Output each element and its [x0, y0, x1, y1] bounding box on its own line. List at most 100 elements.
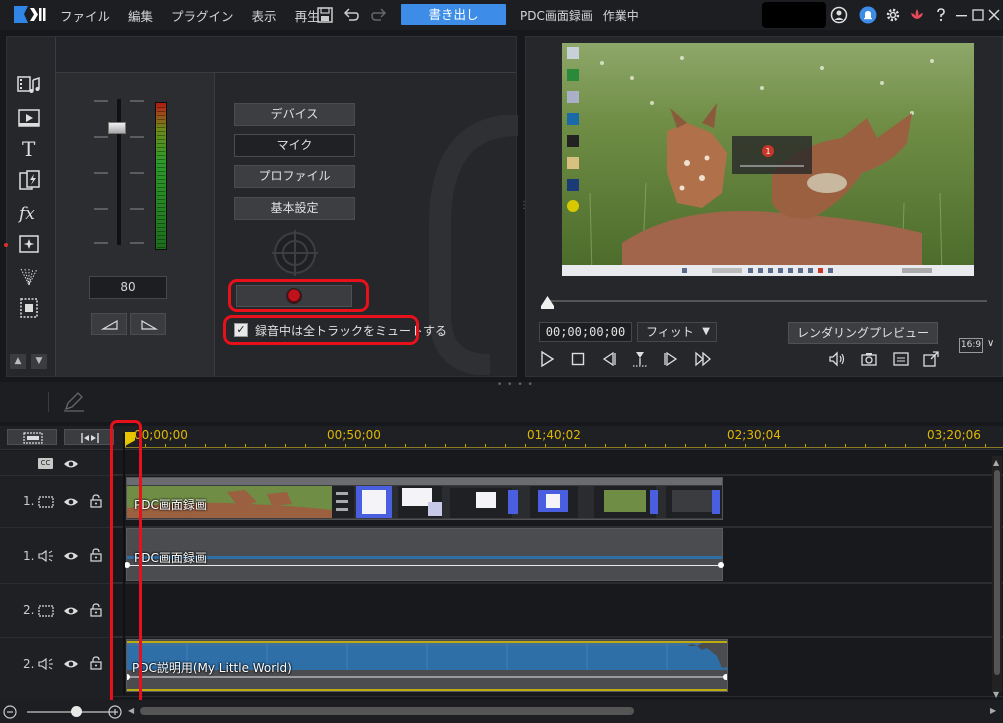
media-room-icon[interactable] [16, 74, 42, 98]
ruler-label: 00;00;00 [134, 428, 188, 442]
video-track-icon [38, 605, 54, 617]
title-room-icon[interactable]: T [16, 137, 42, 161]
lock-icon[interactable] [88, 548, 104, 562]
panel-resize-grip[interactable]: • • • • [497, 380, 534, 390]
chapter-room-icon[interactable] [16, 296, 42, 320]
video-room-icon[interactable] [16, 106, 42, 130]
fade-in-button[interactable] [91, 313, 127, 335]
menu-plugin[interactable]: プラグイン [171, 6, 234, 25]
snapshot-camera-icon[interactable] [860, 350, 878, 368]
menu-file[interactable]: ファイル [60, 6, 110, 25]
undo-icon[interactable] [342, 6, 360, 24]
fade-out-icon [141, 319, 159, 330]
notification-icon[interactable] [859, 6, 877, 24]
video-clip[interactable]: PDC画面録画 [126, 477, 723, 520]
zoom-in-icon[interactable] [108, 705, 122, 719]
subtitle-track[interactable] [112, 451, 1003, 475]
speaker-icon [38, 550, 53, 562]
capture-settings-header [216, 37, 516, 73]
settings-gear-icon[interactable] [884, 6, 902, 24]
next-frame-icon[interactable] [662, 350, 680, 368]
sidebar-scroll-down-button[interactable]: ▼ [31, 354, 47, 369]
panel-splitter-handle[interactable]: ⋮ [519, 200, 529, 211]
volume-slider-track[interactable] [117, 99, 121, 245]
fade-in-icon [100, 319, 118, 330]
timeline-horizontal-scroll-thumb[interactable] [140, 707, 634, 715]
save-icon[interactable] [316, 6, 334, 24]
lock-icon[interactable] [88, 656, 104, 670]
eye-icon[interactable] [63, 605, 79, 617]
profile-button[interactable]: プロファイル [234, 165, 355, 188]
eye-icon[interactable] [63, 458, 79, 470]
fast-forward-icon[interactable] [694, 350, 712, 368]
ruler-label: 02;30;04 [727, 428, 781, 442]
scroll-up-icon[interactable]: ▲ [993, 458, 999, 467]
active-room-indicator [4, 243, 8, 247]
device-button[interactable]: デバイス [234, 103, 355, 126]
track-divider [0, 475, 1003, 476]
mic-select[interactable]: マイク [234, 134, 355, 157]
track-number: 1. [23, 494, 35, 508]
subtitle-display-icon[interactable] [892, 350, 910, 368]
menu-edit[interactable]: 編集 [128, 6, 153, 25]
zoom-slider-handle[interactable] [71, 706, 82, 717]
play-icon[interactable] [538, 350, 556, 368]
stop-icon[interactable] [569, 350, 587, 368]
timeline-ruler-baseline [125, 447, 1003, 448]
preview-scrub-handle-icon[interactable] [541, 296, 554, 309]
volume-keyframe-handle[interactable] [718, 562, 724, 568]
eye-icon[interactable] [63, 550, 79, 562]
volume-envelope-line[interactable] [127, 565, 722, 566]
video-track-2[interactable] [112, 583, 1003, 637]
ruler-label: 00;50;00 [327, 428, 381, 442]
eye-icon[interactable] [63, 658, 79, 670]
preview-window[interactable]: 1 [562, 43, 974, 276]
playhead-highlight-annotation [110, 420, 142, 710]
fade-out-button[interactable] [130, 313, 166, 335]
effect-room-icon[interactable]: fx [16, 201, 42, 225]
redo-icon[interactable] [370, 6, 388, 24]
zoom-out-icon[interactable] [3, 705, 17, 719]
split-clip-icon[interactable] [631, 350, 649, 368]
zoom-fit-select[interactable]: フィット ▼ [637, 322, 717, 342]
help-icon[interactable] [932, 6, 950, 24]
lock-icon[interactable] [88, 603, 104, 617]
scroll-right-icon[interactable]: ▶ [990, 706, 996, 715]
render-preview-button[interactable]: レンダリングプレビュー [788, 322, 938, 344]
timeline-view-button[interactable] [7, 429, 57, 445]
export-button[interactable]: 書き出し [401, 4, 506, 25]
transition-room-icon[interactable] [16, 169, 42, 193]
timecode-field[interactable]: 00;00;00;00 [539, 322, 632, 342]
music-clip[interactable]: PDC説明用(My Little World) [126, 639, 728, 692]
fit-timeline-button[interactable] [64, 429, 114, 445]
chevron-down-icon: ▼ [702, 326, 710, 337]
eye-icon[interactable] [63, 496, 79, 508]
sidebar-scroll-up-button[interactable]: ▲ [10, 354, 26, 369]
lotus-icon[interactable] [908, 6, 926, 24]
aspect-ratio-button[interactable]: 16:9 [959, 338, 983, 353]
undock-preview-icon[interactable] [922, 350, 940, 368]
svg-text:fx: fx [17, 204, 35, 224]
particle-room-icon[interactable] [16, 232, 42, 256]
scroll-down-icon[interactable]: ▼ [993, 690, 999, 699]
preview-scrub-track[interactable] [547, 300, 987, 302]
basic-settings-button[interactable]: 基本設定 [234, 197, 355, 220]
volume-icon[interactable] [828, 350, 846, 368]
audio-clip[interactable]: PDC画面録画 [124, 528, 724, 581]
volume-value-field[interactable]: 80 [89, 276, 167, 299]
timeline-vertical-scroll-thumb[interactable] [994, 470, 1000, 675]
volume-keyframe-handle[interactable] [723, 674, 727, 680]
lock-icon[interactable] [88, 494, 104, 508]
close-icon[interactable] [985, 6, 1003, 24]
menu-view[interactable]: 表示 [252, 6, 277, 25]
zoom-slider-track[interactable] [27, 711, 112, 713]
scroll-left-icon[interactable]: ◀ [128, 706, 134, 715]
edit-pen-icon[interactable] [62, 391, 86, 413]
speaker-icon [38, 658, 53, 670]
title-bar: ファイル 編集 プラグイン 表示 再生 書き出し PDC画面録画 作業中 [0, 0, 1003, 30]
previous-frame-icon[interactable] [600, 350, 618, 368]
volume-slider-handle[interactable] [108, 122, 126, 134]
aspect-ratio-chevron-icon[interactable]: ∨ [987, 338, 994, 349]
audio-mixer-room-icon[interactable] [16, 265, 42, 289]
account-icon[interactable] [830, 6, 848, 24]
